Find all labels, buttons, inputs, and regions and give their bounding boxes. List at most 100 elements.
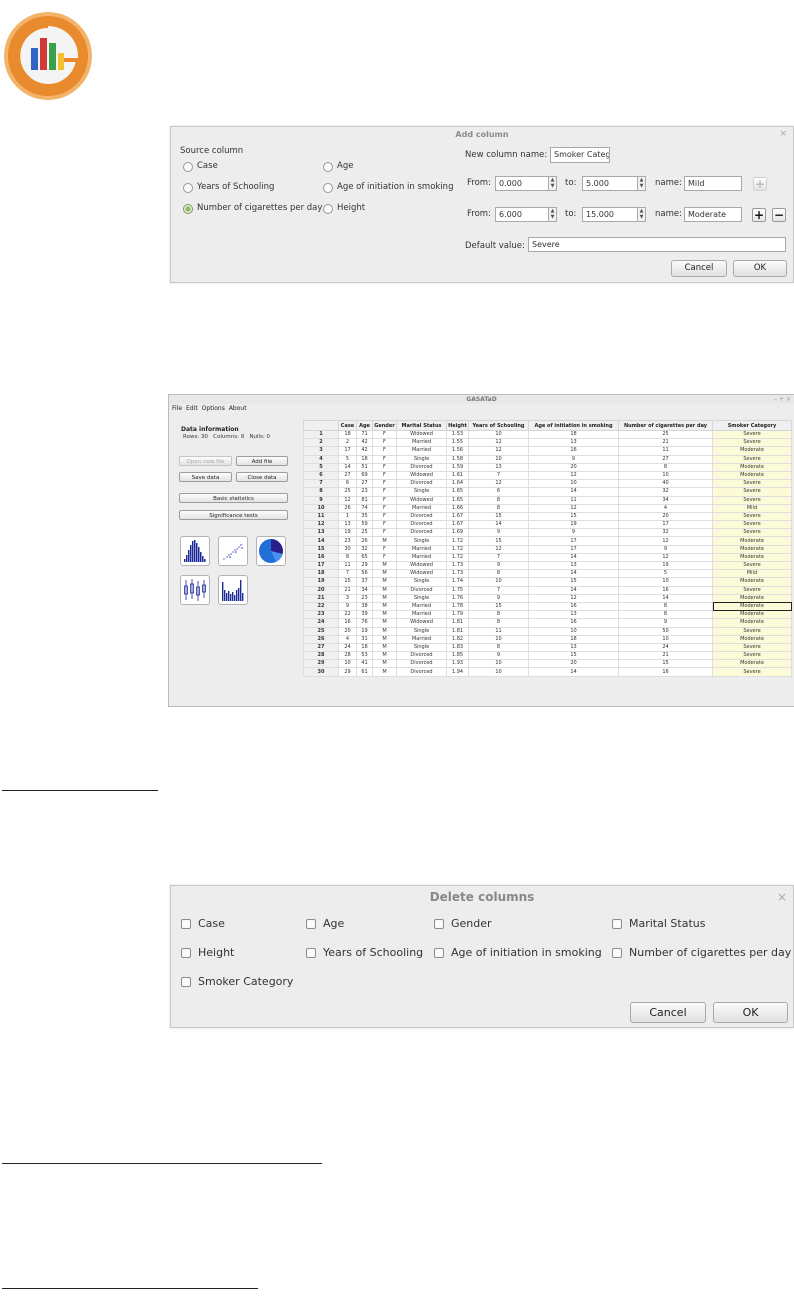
save-data-button[interactable]: Save data: [179, 472, 232, 482]
table-cell[interactable]: 12: [468, 479, 529, 489]
table-cell[interactable]: 16: [338, 618, 357, 628]
table-cell[interactable]: Divorced: [396, 479, 447, 489]
table-cell[interactable]: Single: [396, 536, 447, 546]
table-cell[interactable]: 21: [338, 585, 357, 595]
table-cell[interactable]: Severe: [712, 528, 792, 538]
from-spinner-2[interactable]: ▲ ▼: [549, 207, 557, 222]
table-cell[interactable]: Severe: [712, 495, 792, 505]
table-cell[interactable]: 12: [468, 446, 529, 456]
table-cell[interactable]: Divorced: [396, 585, 447, 595]
table-cell[interactable]: 4: [338, 634, 357, 644]
table-cell[interactable]: Moderate: [712, 577, 792, 587]
table-cell[interactable]: 10: [618, 577, 713, 587]
table-cell[interactable]: 1.72: [446, 536, 469, 546]
table-cell[interactable]: 32: [356, 544, 373, 554]
table-cell[interactable]: 6: [468, 487, 529, 497]
table-cell[interactable]: 14: [338, 462, 357, 472]
table-cell[interactable]: 9: [468, 651, 529, 661]
table-cell[interactable]: M: [372, 667, 397, 677]
table-cell[interactable]: 20: [528, 462, 619, 472]
table-row[interactable]: 25 20 19 M Single 1.81 11 10 50 Severe: [303, 626, 792, 636]
table-cell[interactable]: Widowed: [396, 429, 447, 440]
table-cell[interactable]: 12: [468, 438, 529, 448]
table-cell[interactable]: M: [372, 659, 397, 669]
table-cell[interactable]: 14: [528, 667, 619, 677]
table-cell[interactable]: M: [372, 642, 397, 653]
table-cell[interactable]: Severe: [712, 454, 792, 464]
basic-statistics-button[interactable]: Basic statistics: [179, 493, 288, 503]
table-cell[interactable]: 11: [468, 626, 529, 636]
table-cell[interactable]: Single: [396, 487, 447, 497]
table-row[interactable]: 7 6 27 F Divorced 1.64 12 10 40 Severe: [303, 479, 792, 489]
table-cell[interactable]: Moderate: [712, 536, 792, 546]
table-cell[interactable]: Severe: [712, 651, 792, 661]
table-cell[interactable]: 16: [618, 585, 713, 595]
table-cell[interactable]: 61: [356, 667, 373, 677]
row-number[interactable]: 5: [303, 462, 339, 472]
menu-options[interactable]: Options: [202, 405, 225, 412]
table-cell[interactable]: 1.65: [446, 495, 469, 505]
from-input-1[interactable]: 0.000: [495, 176, 549, 191]
table-row[interactable]: 5 14 51 F Divorced 1.59 13 20 8 Moderate: [303, 462, 792, 472]
table-cell[interactable]: 10: [338, 659, 357, 669]
table-cell[interactable]: 13: [528, 610, 619, 620]
column-header[interactable]: Age: [356, 420, 373, 431]
table-cell[interactable]: 16: [528, 601, 619, 612]
table-cell[interactable]: 8: [618, 462, 713, 472]
table-cell[interactable]: 23: [356, 593, 373, 603]
table-cell[interactable]: Mild: [712, 503, 792, 513]
range-name-input-2[interactable]: Moderate: [684, 207, 742, 222]
table-row[interactable]: 22 9 38 M Married 1.78 15 16 8 Moderate: [303, 601, 792, 612]
table-cell[interactable]: 25: [618, 429, 713, 440]
table-row[interactable]: 26 4 31 M Married 1.82 10 18 10 Moderate: [303, 634, 792, 644]
table-cell[interactable]: 1.55: [446, 438, 469, 448]
table-cell[interactable]: 1.56: [446, 446, 469, 456]
new-column-name-input[interactable]: Smoker Categ: [550, 147, 610, 163]
row-number[interactable]: 29: [303, 659, 339, 669]
table-row[interactable]: 16 8 65 F Married 1.72 7 14 12 Moderate: [303, 552, 792, 563]
table-cell[interactable]: 10: [468, 577, 529, 587]
table-row[interactable]: 18 7 56 M Widowed 1.73 8 14 5 Mild: [303, 569, 792, 579]
row-number[interactable]: 23: [303, 610, 339, 620]
table-cell[interactable]: Moderate: [712, 470, 792, 481]
table-cell[interactable]: Mild: [712, 569, 792, 579]
significance-tests-button[interactable]: Significance tests: [179, 510, 288, 520]
table-cell[interactable]: 24: [338, 642, 357, 653]
default-value-input[interactable]: Severe: [528, 237, 786, 252]
table-cell[interactable]: 10: [468, 634, 529, 644]
table-cell[interactable]: 20: [618, 511, 713, 522]
table-cell[interactable]: 1.81: [446, 626, 469, 636]
column-header[interactable]: Gender: [372, 420, 397, 431]
radio-years-of-schooling[interactable]: [183, 183, 193, 193]
table-row[interactable]: 20 21 34 M Divorced 1.75 7 14 16 Severe: [303, 585, 792, 595]
table-cell[interactable]: F: [372, 511, 397, 522]
to-spinner-2[interactable]: ▲ ▼: [638, 207, 646, 222]
column-header[interactable]: Smoker Category: [712, 420, 792, 431]
table-row[interactable]: 28 28 53 M Divorced 1.85 9 15 21 Severe: [303, 651, 792, 661]
table-cell[interactable]: Divorced: [396, 520, 447, 530]
table-cell[interactable]: 50: [618, 626, 713, 636]
table-cell[interactable]: 12: [528, 470, 619, 481]
table-cell[interactable]: 26: [338, 503, 357, 513]
column-header[interactable]: Number of cigarettes per day: [618, 420, 713, 431]
table-cell[interactable]: 10: [618, 634, 713, 644]
table-cell[interactable]: Severe: [712, 479, 792, 489]
checkbox-smoker-category[interactable]: [181, 977, 191, 987]
table-cell[interactable]: 5: [338, 454, 357, 464]
table-row[interactable]: 29 10 41 M Divorced 1.93 10 20 15 Moderate: [303, 659, 792, 669]
cancel-button[interactable]: Cancel: [630, 1002, 706, 1023]
table-cell[interactable]: 19: [528, 520, 619, 530]
table-cell[interactable]: 7: [468, 552, 529, 563]
table-cell[interactable]: 27: [338, 470, 357, 481]
table-cell[interactable]: 1: [338, 511, 357, 522]
table-cell[interactable]: 59: [356, 520, 373, 530]
table-cell[interactable]: Single: [396, 593, 447, 603]
checkbox-age[interactable]: [306, 919, 316, 929]
table-cell[interactable]: Married: [396, 601, 447, 612]
table-cell[interactable]: 16: [528, 446, 619, 456]
table-cell[interactable]: M: [372, 610, 397, 620]
table-cell[interactable]: 18: [528, 634, 619, 644]
table-cell[interactable]: 24: [618, 642, 713, 653]
table-cell[interactable]: F: [372, 454, 397, 464]
table-cell[interactable]: 9: [618, 544, 713, 554]
